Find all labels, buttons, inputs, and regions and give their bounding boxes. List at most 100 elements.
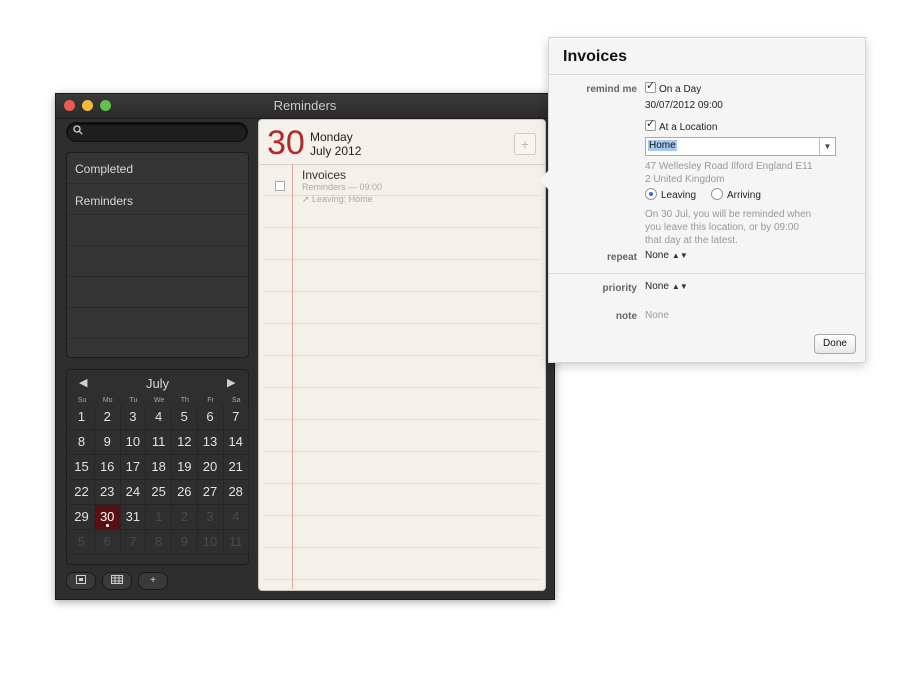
- calendar-day[interactable]: 4: [223, 505, 250, 530]
- arriving-label: Arriving: [727, 190, 761, 201]
- calendar-day[interactable]: 11: [146, 430, 173, 455]
- calendar-day[interactable]: 27: [197, 480, 224, 505]
- add-reminder-button[interactable]: +: [514, 133, 536, 155]
- divider: [549, 74, 865, 75]
- reminder-checkbox[interactable]: [275, 181, 285, 191]
- calendar-day[interactable]: 8: [146, 530, 173, 555]
- calendar-day[interactable]: 2: [171, 505, 198, 530]
- calendar-day[interactable]: 31: [120, 505, 147, 530]
- calendar-day[interactable]: 28: [223, 480, 250, 505]
- calendar-day[interactable]: 7: [223, 405, 250, 430]
- at-a-location-checkbox[interactable]: [645, 117, 656, 131]
- leaving-label: Leaving: [661, 190, 697, 201]
- show-list-button[interactable]: [66, 572, 96, 590]
- stepper-icon: ▲▼: [671, 251, 688, 260]
- calendar-day[interactable]: 21: [223, 455, 250, 480]
- calendar-day[interactable]: 6: [94, 530, 121, 555]
- calendar-grid-icon: [111, 575, 123, 584]
- calendar-day[interactable]: 23: [94, 480, 121, 505]
- reminder-lists-panel: Completed Reminders: [66, 152, 249, 358]
- reminders-window: Reminders Completed Reminders ◀ July ▶ S…: [55, 93, 555, 600]
- reminder-subtitle: Reminders — 09:00: [302, 182, 383, 192]
- calendar-day[interactable]: 26: [171, 480, 198, 505]
- add-list-button[interactable]: +: [138, 572, 168, 590]
- weekday-header: Mo: [102, 397, 113, 404]
- repeat-select[interactable]: None ▲▼: [645, 250, 688, 261]
- address-line-2: 2 United Kingdom: [645, 174, 725, 185]
- calendar-day[interactable]: 6: [197, 405, 224, 430]
- calendar-day[interactable]: 18: [146, 455, 173, 480]
- calendar-month: July: [145, 376, 170, 391]
- calendar-day[interactable]: 10: [120, 430, 147, 455]
- leaving-option[interactable]: Leaving: [645, 188, 696, 201]
- list-item-reminders[interactable]: Reminders: [75, 194, 133, 208]
- calendar-day[interactable]: 4: [146, 405, 173, 430]
- card-icon: [76, 575, 86, 584]
- ruled-lines: [265, 164, 539, 584]
- note-field[interactable]: None: [645, 310, 669, 321]
- weekday-header: We: [153, 397, 165, 404]
- reminder-location: ➚ Leaving: Home: [302, 194, 373, 205]
- calendar-day[interactable]: 5: [69, 530, 95, 555]
- calendar-day[interactable]: 13: [197, 430, 224, 455]
- repeat-value: None: [645, 250, 669, 261]
- address-line-1: 47 Wellesley Road Ilford England E11: [645, 161, 813, 172]
- on-a-day-checkbox[interactable]: [645, 79, 656, 93]
- stepper-icon: ▲▼: [671, 282, 688, 291]
- priority-label: priority: [602, 283, 637, 294]
- arriving-option[interactable]: Arriving: [711, 188, 761, 201]
- reminder-title[interactable]: Invoices: [302, 168, 346, 182]
- calendar-day[interactable]: 11: [223, 530, 250, 555]
- location-value: Home: [648, 140, 677, 151]
- done-button[interactable]: Done: [814, 334, 856, 354]
- divider: [549, 273, 865, 274]
- next-month-arrow-icon[interactable]: ▶: [227, 376, 235, 389]
- calendar-day[interactable]: 5: [171, 405, 198, 430]
- calendar-day[interactable]: 8: [69, 430, 95, 455]
- remind-me-label: remind me: [586, 84, 637, 95]
- on-a-day-option[interactable]: On a Day: [645, 79, 701, 95]
- popover-arrow: [539, 170, 549, 190]
- calendar-day[interactable]: 2: [94, 405, 121, 430]
- priority-select[interactable]: None ▲▼: [645, 281, 688, 292]
- weekday-header: Su: [77, 397, 87, 404]
- location-select[interactable]: Home ▼: [645, 137, 836, 156]
- search-input[interactable]: [66, 122, 248, 142]
- calendar-day[interactable]: 14: [223, 430, 250, 455]
- list-item-completed[interactable]: Completed: [75, 162, 133, 176]
- arriving-radio[interactable]: [711, 188, 723, 200]
- calendar-day[interactable]: 25: [146, 480, 173, 505]
- calendar-day[interactable]: 10: [197, 530, 224, 555]
- popover-title: Invoices: [563, 48, 628, 65]
- calendar-day[interactable]: 22: [69, 480, 95, 505]
- title-bar[interactable]: Reminders: [56, 94, 554, 119]
- reminder-location-text: Leaving: Home: [312, 194, 373, 204]
- calendar-day[interactable]: 15: [69, 455, 95, 480]
- calendar-day[interactable]: 19: [171, 455, 198, 480]
- weekday-header: Fr: [207, 397, 214, 404]
- calendar-day[interactable]: 24: [120, 480, 147, 505]
- reminder-note-line-1: On 30 Jul, you will be reminded when: [645, 209, 812, 220]
- weekday-header: Th: [180, 397, 189, 404]
- calendar-day[interactable]: 9: [94, 430, 121, 455]
- reminder-details-popover: Invoices remind me On a Day 30/07/2012 0…: [539, 37, 866, 363]
- calendar-day[interactable]: 9: [171, 530, 198, 555]
- calendar-day[interactable]: 1: [69, 405, 95, 430]
- calendar-day[interactable]: 3: [197, 505, 224, 530]
- calendar-day[interactable]: 12: [171, 430, 198, 455]
- calendar-day[interactable]: 16: [94, 455, 121, 480]
- date-time-field[interactable]: 30/07/2012 09:00: [645, 100, 723, 111]
- dropdown-arrow-icon[interactable]: ▼: [819, 138, 835, 155]
- calendar-day[interactable]: 29: [69, 505, 95, 530]
- calendar-day[interactable]: 7: [120, 530, 147, 555]
- calendar-day[interactable]: 20: [197, 455, 224, 480]
- calendar-day[interactable]: 1: [146, 505, 173, 530]
- leaving-radio[interactable]: [645, 188, 657, 200]
- big-date: 30: [267, 124, 305, 162]
- calendar-day[interactable]: 17: [120, 455, 147, 480]
- show-calendar-button[interactable]: [102, 572, 132, 590]
- calendar-day[interactable]: 30: [94, 505, 121, 530]
- at-a-location-option[interactable]: At a Location: [645, 117, 717, 133]
- calendar-day[interactable]: 3: [120, 405, 147, 430]
- reminders-paper: 30 Monday July 2012 + Invoices Reminders…: [258, 119, 546, 591]
